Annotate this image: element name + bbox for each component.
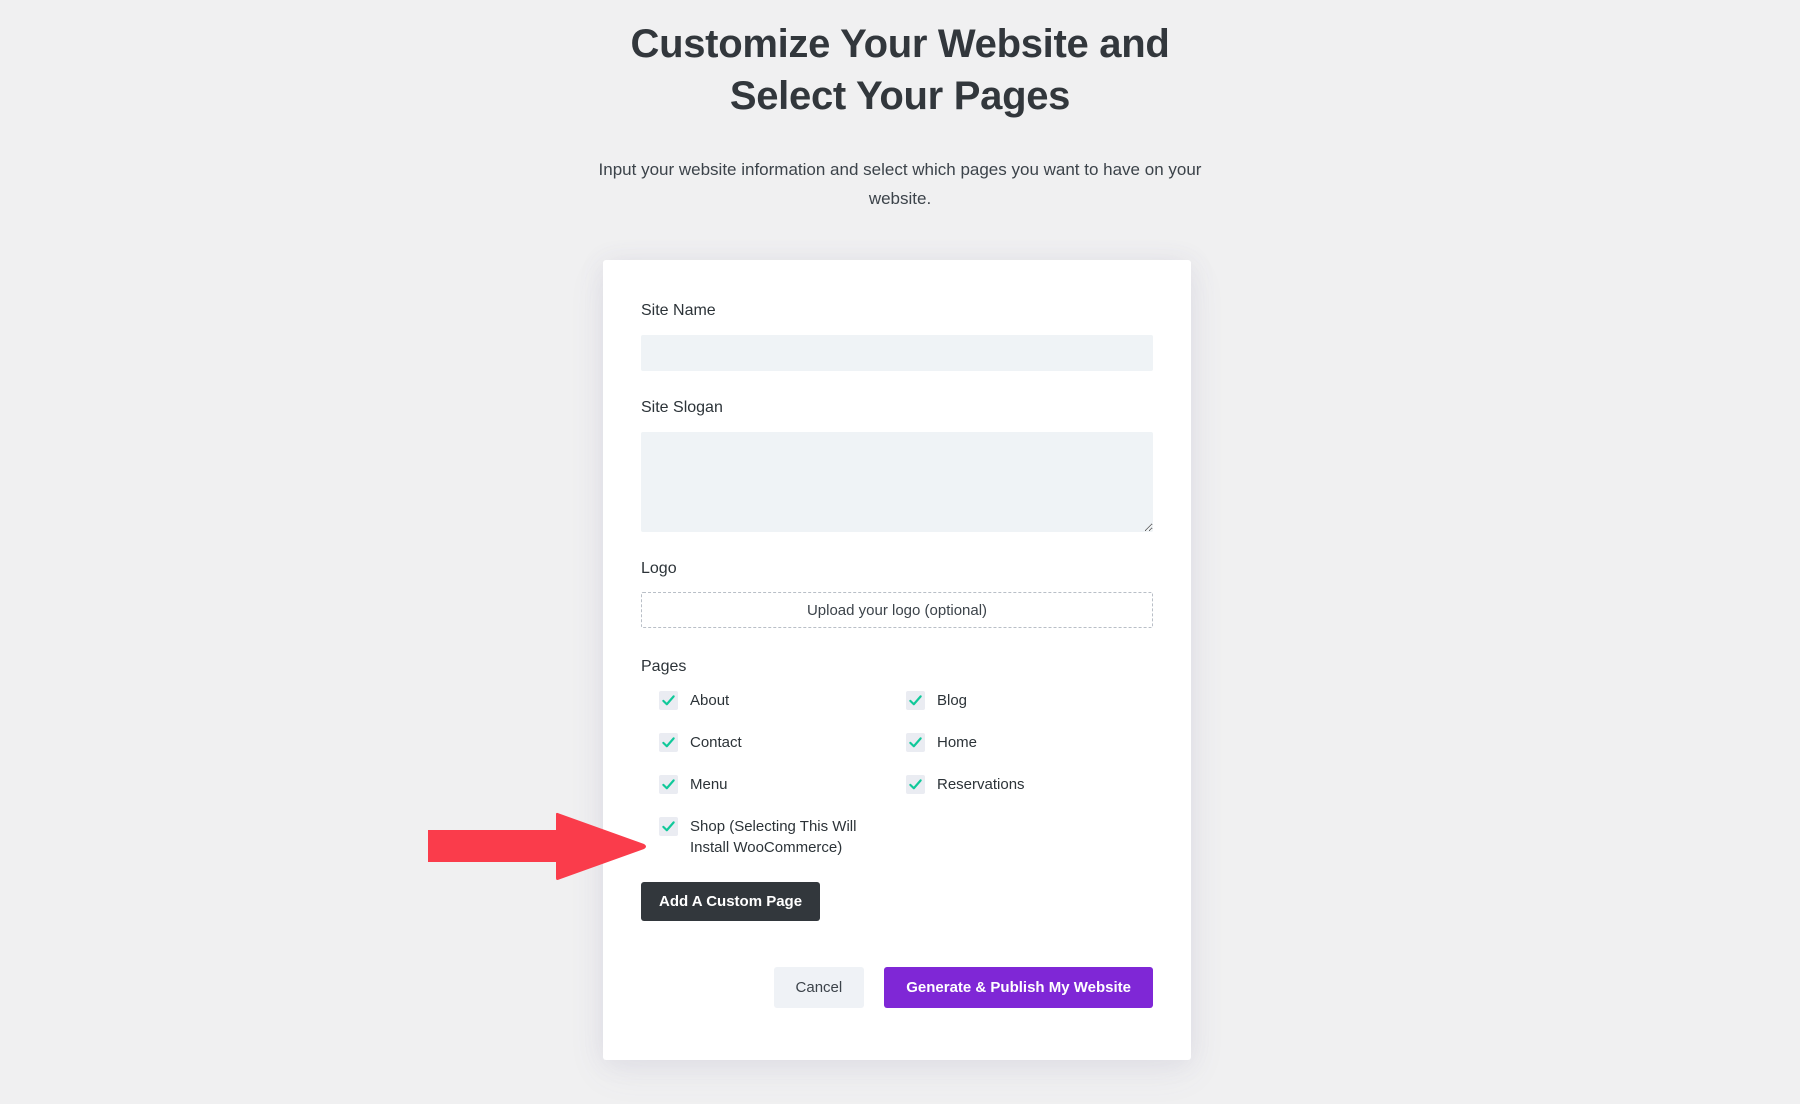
page-checkbox-reservations[interactable]: Reservations <box>906 774 1153 795</box>
page-checkbox-label: Contact <box>690 734 742 751</box>
site-slogan-field-group: Site Slogan <box>641 397 1153 532</box>
logo-field-group: Logo Upload your logo (optional) <box>641 558 1153 628</box>
page-checkbox-home[interactable]: Home <box>906 732 1153 753</box>
checkmark-icon[interactable] <box>906 775 925 794</box>
pages-section: Pages About Blog Contact Home Menu Reser… <box>641 658 1153 921</box>
site-name-input[interactable] <box>641 335 1153 371</box>
page-root: Customize Your Website and Select Your P… <box>0 0 1800 1104</box>
site-slogan-textarea[interactable] <box>641 432 1153 532</box>
checkmark-icon[interactable] <box>659 817 678 836</box>
page-checkbox-label: Shop (Selecting This Will Install WooCom… <box>690 818 857 856</box>
site-name-field-group: Site Name <box>641 300 1153 371</box>
checkmark-icon[interactable] <box>906 733 925 752</box>
page-checkbox-label: About <box>690 692 730 709</box>
page-checkbox-label: Reservations <box>937 776 1025 793</box>
page-subtitle: Input your website information and selec… <box>598 160 1202 208</box>
add-custom-page-button[interactable]: Add A Custom Page <box>641 882 821 921</box>
generate-publish-button[interactable]: Generate & Publish My Website <box>884 967 1153 1008</box>
page-checkbox-blog[interactable]: Blog <box>906 690 1153 711</box>
page-checkbox-label: Blog <box>937 692 968 709</box>
cancel-button[interactable]: Cancel <box>773 967 865 1008</box>
form-card-wrapper: Site Name Site Slogan Logo Upload your l… <box>603 260 1191 1060</box>
logo-upload-text: Upload your logo (optional) <box>806 601 988 619</box>
page-checkbox-menu[interactable]: Menu <box>659 774 906 795</box>
page-checkbox-contact[interactable]: Contact <box>659 732 906 753</box>
checkmark-icon[interactable] <box>906 691 925 710</box>
form-footer-actions: Cancel Generate & Publish My Website <box>641 967 1153 1008</box>
logo-upload-dropzone[interactable]: Upload your logo (optional) <box>641 592 1153 628</box>
page-checkbox-shop[interactable]: Shop (Selecting This Will Install WooCom… <box>659 816 906 858</box>
checkmark-icon[interactable] <box>659 733 678 752</box>
page-checkbox-label: Menu <box>690 776 728 793</box>
checkmark-icon[interactable] <box>659 775 678 794</box>
page-header: Customize Your Website and Select Your P… <box>580 0 1220 213</box>
pages-checkbox-grid: About Blog Contact Home Menu Reservation… <box>641 690 1153 879</box>
site-name-label: Site Name <box>641 302 716 319</box>
customize-website-form-card: Site Name Site Slogan Logo Upload your l… <box>603 260 1191 1060</box>
site-slogan-label: Site Slogan <box>641 399 723 416</box>
logo-label: Logo <box>641 560 677 577</box>
pages-label: Pages <box>641 658 687 675</box>
checkmark-icon[interactable] <box>659 691 678 710</box>
page-checkbox-about[interactable]: About <box>659 690 906 711</box>
page-checkbox-label: Home <box>937 734 978 751</box>
page-title: Customize Your Website and Select Your P… <box>630 22 1170 118</box>
